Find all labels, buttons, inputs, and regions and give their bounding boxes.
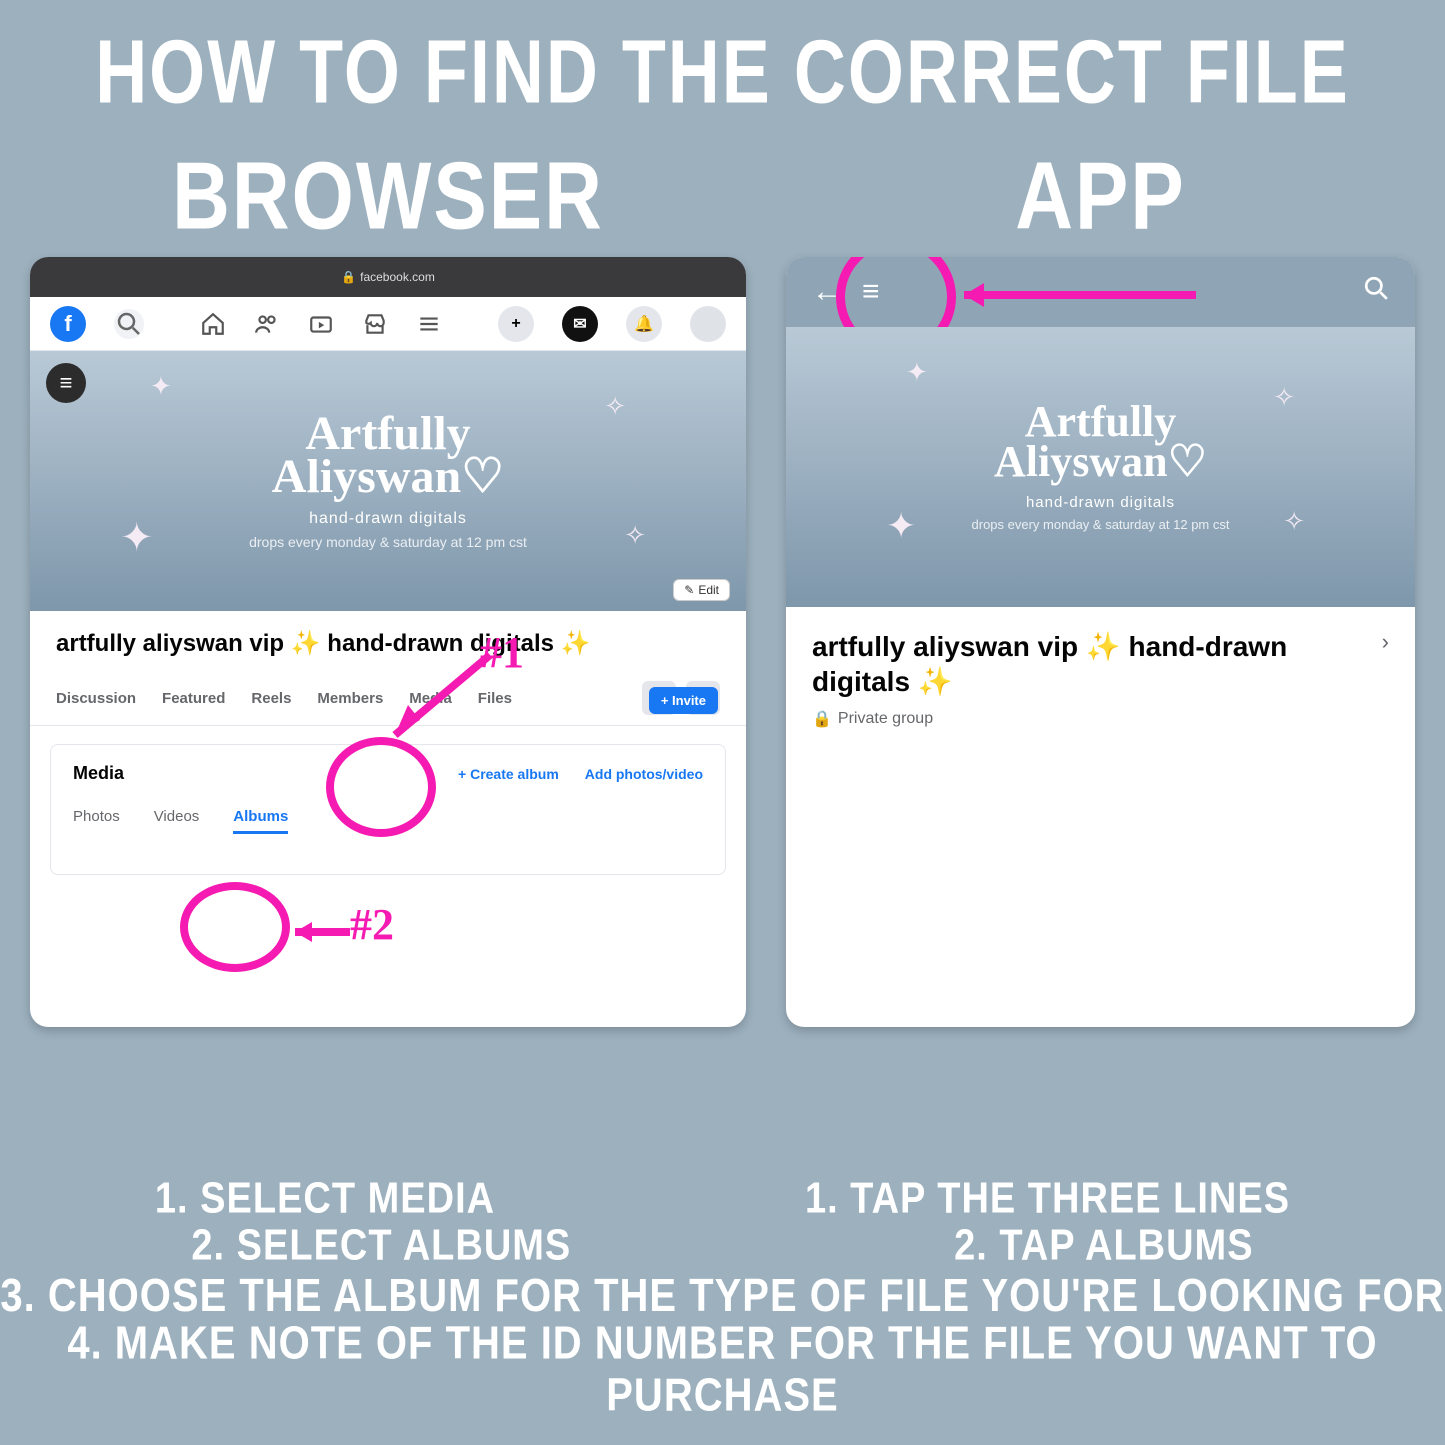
instruction-browser-2: 2. SELECT ALBUMS (191, 1222, 571, 1271)
annotation-label-2: #2 (350, 899, 394, 950)
annotation-arrow-2 (280, 912, 360, 952)
chevron-right-icon[interactable]: › (1382, 629, 1389, 655)
messenger-icon[interactable]: ✉ (562, 306, 598, 342)
instruction-app-2: 2. TAP ALBUMS (954, 1222, 1253, 1271)
group-name[interactable]: artfully aliyswan vip ✨ hand-drawn digit… (56, 629, 720, 659)
invite-button[interactable]: + Invite (649, 687, 718, 714)
back-icon[interactable]: ← (812, 275, 842, 309)
notifications-icon[interactable]: 🔔 (626, 306, 662, 342)
marketplace-icon[interactable] (362, 311, 388, 337)
friends-icon[interactable] (254, 311, 280, 337)
subtab-albums[interactable]: Albums (233, 808, 288, 834)
tab-discussion[interactable]: Discussion (56, 690, 136, 707)
app-private-label: 🔒 Private group (812, 709, 1389, 729)
browser-url-bar: 🔒 facebook.com (30, 257, 746, 297)
edit-button[interactable]: ✎ Edit (673, 579, 730, 601)
instruction-app-1: 1. TAP THE THREE LINES (805, 1175, 1290, 1224)
tab-featured[interactable]: Featured (162, 690, 225, 707)
instruction-3: 3. CHOOSE THE ALBUM FOR THE TYPE OF FILE… (0, 1271, 1445, 1323)
lock-icon: 🔒 (812, 709, 832, 729)
cover-sub: hand-drawn digitals (309, 510, 467, 528)
cover-script2: Aliyswan♡ (272, 455, 504, 498)
create-album-link[interactable]: + Create album (458, 766, 559, 782)
cover-script1: Artfully (305, 412, 470, 455)
instructions: 1. SELECT MEDIA 1. TAP THE THREE LINES 2… (0, 1178, 1445, 1415)
media-heading: Media (73, 763, 124, 784)
cover-menu-icon[interactable]: ≡ (46, 363, 86, 403)
annotation-arrow-app (946, 275, 1206, 315)
app-top-bar: ← ≡ (786, 257, 1415, 327)
tab-members[interactable]: Members (317, 690, 383, 707)
search-icon[interactable] (114, 309, 144, 339)
app-group-name[interactable]: artfully aliyswan vip ✨ hand-drawn digit… (812, 629, 1376, 699)
app-cover-script2: Aliyswan♡ (994, 442, 1207, 482)
instruction-browser-1: 1. SELECT MEDIA (155, 1175, 495, 1224)
app-cover-sub: hand-drawn digitals (1026, 494, 1175, 511)
cover-sub2: drops every monday & saturday at 12 pm c… (249, 534, 527, 550)
home-icon[interactable] (200, 311, 226, 337)
lock-icon: 🔒 (341, 270, 356, 284)
menu-icon[interactable] (416, 311, 442, 337)
watch-icon[interactable] (308, 311, 334, 337)
tab-media[interactable]: Media (409, 690, 452, 707)
facebook-logo-icon[interactable]: f (50, 306, 86, 342)
main-title: HOW TO FIND THE CORRECT FILE (0, 0, 1445, 124)
profile-avatar-icon[interactable] (690, 306, 726, 342)
browser-screenshot: 🔒 facebook.com f + ✉ 🔔 (30, 257, 746, 1027)
app-cover-sub2: drops every monday & saturday at 12 pm c… (972, 517, 1230, 532)
app-cover: ✦ ✧ ✦ ✧ Artfully Aliyswan♡ hand-drawn di… (786, 327, 1415, 607)
media-card: Media + Create album Add photos/video Ph… (50, 744, 726, 875)
fb-top-nav: f + ✉ 🔔 (30, 297, 746, 351)
annotation-circle-2 (180, 882, 290, 972)
subtab-videos[interactable]: Videos (154, 808, 200, 834)
tab-files[interactable]: Files (478, 690, 512, 707)
plus-icon[interactable]: + (498, 306, 534, 342)
add-photos-link[interactable]: Add photos/video (585, 766, 703, 782)
subtab-photos[interactable]: Photos (73, 808, 120, 834)
tab-reels[interactable]: Reels (251, 690, 291, 707)
instruction-4: 4. MAKE NOTE OF THE ID NUMBER FOR THE FI… (0, 1318, 1445, 1422)
app-screenshot: ← ≡ ✦ ✧ ✦ ✧ Artfully Aliyswan♡ (786, 257, 1415, 1027)
group-cover: ≡ ✦ ✧ ✦ ✧ Artfully Aliyswan♡ hand-drawn … (30, 351, 746, 611)
media-subtabs: Photos Videos Albums (73, 808, 703, 834)
hamburger-icon[interactable]: ≡ (862, 275, 880, 309)
browser-heading: BROWSER (172, 141, 604, 251)
app-search-icon[interactable] (1363, 275, 1389, 309)
browser-url: facebook.com (360, 270, 435, 284)
app-heading: APP (1015, 141, 1186, 251)
group-tabs: Discussion Featured Reels Members Media … (30, 667, 746, 726)
